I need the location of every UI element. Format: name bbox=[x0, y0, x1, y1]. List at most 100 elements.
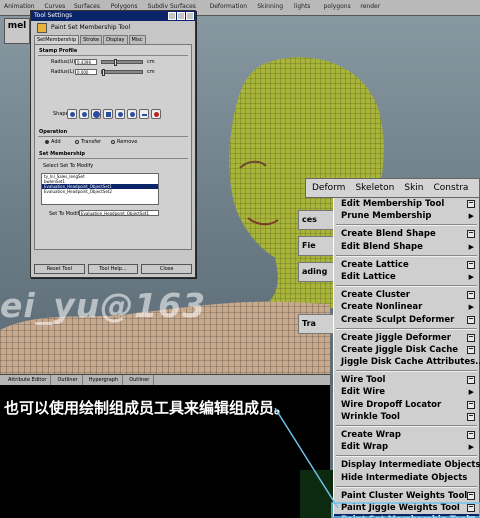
menu-item-create-jiggle-deformer[interactable]: Create Jiggle Deformer bbox=[334, 332, 479, 344]
menu-item-create-wrap[interactable]: Create Wrap bbox=[334, 429, 479, 441]
paint-tool-icon bbox=[37, 23, 47, 33]
radio-remove[interactable]: Remove bbox=[111, 139, 137, 145]
toolbar-item[interactable]: Skinning bbox=[257, 3, 283, 10]
radius-l-knob[interactable] bbox=[102, 69, 105, 76]
menubar-constra[interactable]: Constra bbox=[429, 179, 474, 197]
toolbar-item[interactable]: Animation bbox=[4, 3, 35, 10]
menu-item-wrinkle-tool[interactable]: Wrinkle Tool bbox=[334, 411, 479, 423]
menu-item-create-jiggle-disk-cache[interactable]: Create Jiggle Disk Cache bbox=[334, 344, 479, 356]
option-box-icon[interactable] bbox=[467, 230, 475, 239]
background-panel-tabs: ces Fie ading Tra bbox=[298, 206, 338, 336]
outliner-tab[interactable]: Outliner bbox=[53, 375, 83, 385]
toolbar-item[interactable]: Deformation bbox=[210, 3, 247, 10]
submenu-arrow-icon: ▶ bbox=[468, 303, 474, 312]
tool-settings-titlebar[interactable]: Tool Settings bbox=[31, 11, 195, 21]
menubar-deform[interactable]: Deform bbox=[306, 179, 350, 197]
radius-l-slider[interactable] bbox=[101, 69, 143, 76]
option-box-icon[interactable] bbox=[467, 376, 475, 385]
menu-item-create-sculpt-deformer[interactable]: Create Sculpt Deformer bbox=[334, 314, 479, 326]
menu-item-paint-jiggle-weights-tool[interactable]: Paint Jiggle Weights Tool bbox=[334, 502, 479, 514]
radius-u-knob[interactable] bbox=[114, 59, 117, 66]
option-box-icon[interactable] bbox=[467, 345, 475, 354]
shape-square-icon[interactable] bbox=[103, 109, 113, 119]
shape-custom3-icon[interactable] bbox=[139, 109, 149, 119]
shape-soft-icon[interactable] bbox=[79, 109, 89, 119]
radio-add[interactable]: Add bbox=[45, 139, 61, 145]
option-box-icon[interactable] bbox=[467, 503, 475, 512]
bg-tab-surfaces[interactable]: ces bbox=[298, 210, 338, 230]
radius-u-slider[interactable] bbox=[101, 59, 143, 66]
menu-item-prune-membership[interactable]: Prune Membership ▶ bbox=[334, 210, 479, 222]
menu-item-edit-wire[interactable]: Edit Wire ▶ bbox=[334, 386, 479, 398]
option-box-icon[interactable] bbox=[467, 412, 475, 421]
option-box-icon[interactable] bbox=[467, 200, 475, 208]
panel-tabs-bar: Attribute Editor Outliner Hypergraph Out… bbox=[0, 374, 330, 385]
menu-item-wire-tool[interactable]: Wire Tool bbox=[334, 374, 479, 386]
option-box-icon[interactable] bbox=[467, 400, 475, 409]
minimize-icon[interactable] bbox=[168, 12, 176, 20]
bg-tab-tra[interactable]: Tra bbox=[298, 314, 338, 334]
set-to-modify-field[interactable]: Evaluation_Headpoint_ObjectSet1 bbox=[79, 210, 159, 216]
menu-item-wire-dropoff-locator[interactable]: Wire Dropoff Locator bbox=[334, 399, 479, 411]
toolbar-item[interactable]: polygons bbox=[324, 3, 351, 10]
menubar-skin[interactable]: Skin bbox=[399, 179, 428, 197]
bg-tab-fields[interactable]: Fie bbox=[298, 236, 338, 256]
radius-u-field[interactable]: 0.4396 bbox=[75, 59, 97, 65]
mel-shelf-icon[interactable]: mel bbox=[4, 18, 30, 44]
tab-misc[interactable]: Misc bbox=[128, 35, 146, 44]
menu-item-paint-cluster-weights-tool[interactable]: Paint Cluster Weights Tool bbox=[334, 490, 479, 502]
option-box-icon[interactable] bbox=[467, 260, 475, 269]
menu-item-create-lattice[interactable]: Create Lattice bbox=[334, 259, 479, 271]
toolbar-item[interactable]: lights bbox=[294, 3, 310, 10]
option-box-icon[interactable] bbox=[467, 333, 475, 342]
toolbar-item[interactable]: Curves bbox=[44, 3, 65, 10]
maximize-icon[interactable] bbox=[177, 12, 185, 20]
shape-custom1-icon[interactable] bbox=[115, 109, 125, 119]
menu-item-edit-blend-shape[interactable]: Edit Blend Shape ▶ bbox=[334, 241, 479, 253]
outliner-tab-2[interactable]: Outliner bbox=[125, 375, 155, 385]
shape-gaussian-icon[interactable] bbox=[67, 109, 77, 119]
shape-custom2-icon[interactable] bbox=[127, 109, 137, 119]
bg-tab-shading[interactable]: ading bbox=[298, 262, 338, 282]
close-button[interactable]: Close bbox=[141, 264, 193, 274]
menu-item-create-blend-shape[interactable]: Create Blend Shape bbox=[334, 228, 479, 240]
menu-item-edit-wrap[interactable]: Edit Wrap ▶ bbox=[334, 441, 479, 453]
toolbar-item[interactable]: Surfaces bbox=[74, 3, 100, 10]
menu-item-label: Wire Tool bbox=[341, 375, 386, 386]
divider bbox=[38, 158, 188, 159]
caption-text: 也可以使用绘制组成员工具来编辑组成员。 bbox=[4, 399, 290, 417]
hypergraph-tab[interactable]: Hypergraph bbox=[85, 375, 124, 385]
shape-custom4-icon[interactable] bbox=[151, 109, 161, 119]
menu-item-label: Jiggle Disk Cache Attributes... bbox=[341, 357, 480, 368]
tab-display[interactable]: Display bbox=[103, 35, 128, 44]
option-box-icon[interactable] bbox=[467, 315, 475, 324]
menu-item-hide-intermediate-objects[interactable]: Hide Intermediate Objects bbox=[334, 472, 479, 484]
menu-item-edit-membership-tool[interactable]: Edit Membership Tool bbox=[334, 198, 479, 210]
option-box-icon[interactable] bbox=[467, 431, 475, 439]
tab-stroke[interactable]: Stroke bbox=[80, 35, 103, 44]
menu-item-display-intermediate-objects[interactable]: Display Intermediate Objects bbox=[334, 459, 480, 471]
reset-tool-button[interactable]: Reset Tool bbox=[34, 264, 85, 274]
menu-item-edit-lattice[interactable]: Edit Lattice ▶ bbox=[334, 271, 479, 283]
radius-l-field[interactable]: 0.000 bbox=[75, 69, 97, 75]
tab-setmembership[interactable]: SetMembership bbox=[34, 35, 80, 44]
toolbar-item[interactable]: Subdiv Surfaces bbox=[148, 3, 196, 10]
menu-item-paint-set-membership-tool[interactable]: Paint Set Membership Tool bbox=[334, 514, 479, 518]
set-list-item[interactable]: Evaluation_Headpoint_ObjectSet2 bbox=[42, 189, 158, 194]
tool-help-button[interactable]: Tool Help... bbox=[87, 264, 139, 274]
menubar-skeleton[interactable]: Skeleton bbox=[350, 179, 399, 197]
menu-item-jiggle-disk-cache-attributes[interactable]: Jiggle Disk Cache Attributes... bbox=[334, 356, 480, 368]
option-box-icon[interactable] bbox=[467, 491, 475, 500]
menu-item-create-nonlinear[interactable]: Create Nonlinear ▶ bbox=[334, 301, 479, 313]
close-icon[interactable] bbox=[186, 12, 194, 20]
radio-transfer[interactable]: Transfer bbox=[75, 139, 101, 145]
option-box-icon[interactable] bbox=[467, 291, 475, 300]
toolbar-item[interactable]: Polygons bbox=[111, 3, 138, 10]
toolbar-item[interactable]: render bbox=[360, 3, 380, 10]
attribute-editor-tab[interactable]: Attribute Editor bbox=[4, 375, 52, 385]
menu-item-create-cluster[interactable]: Create Cluster bbox=[334, 289, 479, 301]
tool-settings-body: Stamp Profile Radius(U) 0.4396 cm Radius… bbox=[34, 44, 192, 250]
menu-item-label: Create Jiggle Disk Cache bbox=[341, 344, 459, 355]
shape-solid-icon[interactable] bbox=[91, 109, 101, 119]
set-list[interactable]: ty_lnl_Sales_lengSet bwlenSet1 Evaluatio… bbox=[41, 173, 159, 205]
